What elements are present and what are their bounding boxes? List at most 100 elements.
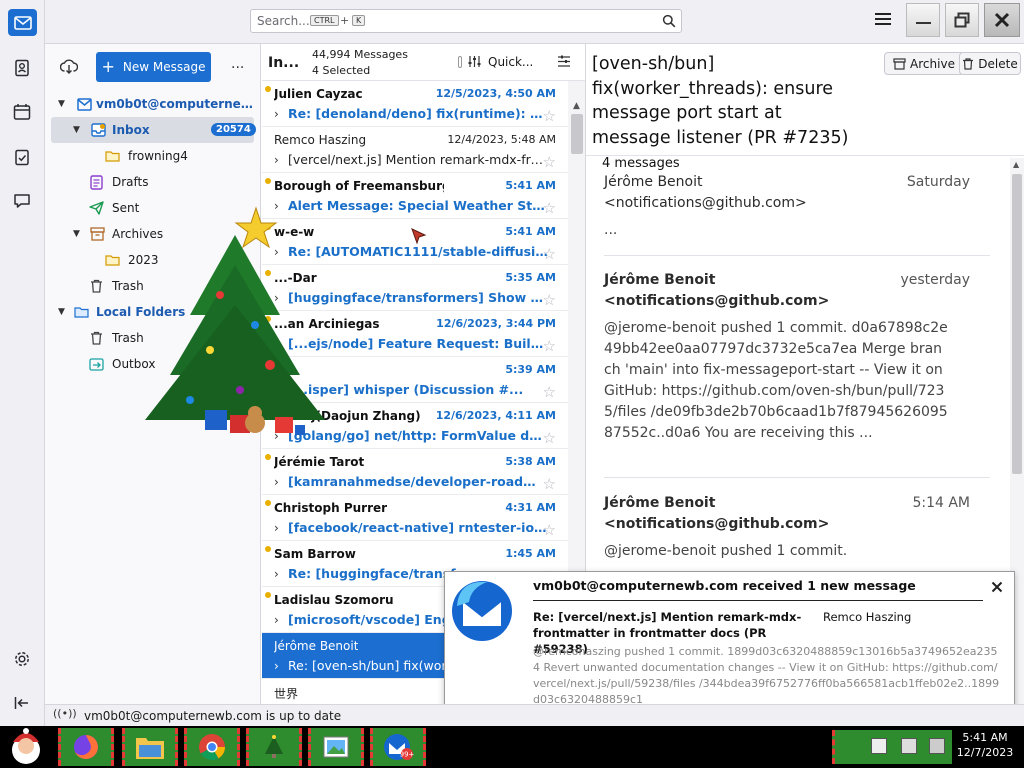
message-from: Jérôme Benoit <notifications@github.com> bbox=[604, 272, 830, 309]
quick-filter-label[interactable]: Quick... bbox=[488, 55, 533, 69]
tray-volume-icon[interactable] bbox=[901, 738, 917, 754]
account-row[interactable]: ▼ vm0b0t@computernewb.com bbox=[45, 91, 261, 117]
search-box[interactable]: Search... CTRL + K bbox=[250, 9, 682, 33]
message-date: 4:31 AM bbox=[505, 501, 556, 514]
status-bar: ((•)) vm0b0t@computernewb.com is up to d… bbox=[45, 704, 1024, 726]
unread-dot-icon bbox=[265, 454, 271, 460]
taskbar-thunderbird[interactable]: 99+ bbox=[370, 728, 426, 766]
minimize-button[interactable] bbox=[906, 3, 940, 37]
address-book-icon[interactable] bbox=[10, 56, 34, 80]
message-sender: Christoph Purrer bbox=[274, 501, 388, 515]
scroll-up-icon[interactable]: ▲ bbox=[573, 101, 580, 111]
folder-frowning4[interactable]: frowning4 bbox=[45, 143, 261, 169]
star-icon[interactable]: ☆ bbox=[543, 475, 556, 493]
taskbar: 99+ 5:41 AM 12/7/2023 bbox=[0, 726, 1024, 768]
local-folders-icon bbox=[74, 307, 89, 318]
mail-space-button[interactable] bbox=[8, 9, 37, 36]
taskbar-xmas-tree[interactable] bbox=[246, 728, 302, 766]
restore-icon bbox=[954, 12, 970, 28]
clock-time: 5:41 AM bbox=[962, 731, 1008, 744]
message-row[interactable]: Christoph Purrer 4:31 AM › [facebook/react-… bbox=[262, 495, 568, 541]
new-message-label: New Message bbox=[122, 60, 206, 74]
message-body: @jerome-benoit pushed 1 commit. d0a67898… bbox=[604, 320, 948, 441]
folder-icon bbox=[105, 255, 120, 266]
tray-network-icon[interactable] bbox=[871, 738, 887, 754]
star-icon[interactable]: ☆ bbox=[543, 291, 556, 309]
settings-icon[interactable] bbox=[10, 647, 34, 671]
outbox-icon bbox=[89, 358, 104, 371]
display-options-icon[interactable] bbox=[557, 55, 571, 68]
notification-sender: Remco Haszing bbox=[823, 610, 912, 624]
thread-chevron-icon[interactable]: › bbox=[274, 567, 279, 581]
trash-icon bbox=[91, 279, 102, 293]
star-icon[interactable]: ☆ bbox=[543, 337, 556, 355]
thread-chevron-icon[interactable]: › bbox=[274, 659, 279, 673]
quick-filter-toggle[interactable] bbox=[458, 56, 462, 68]
star-icon[interactable]: ☆ bbox=[543, 199, 556, 217]
close-notification-icon[interactable] bbox=[991, 581, 1003, 593]
folder-inbox[interactable]: ▼ Inbox 20574 bbox=[51, 117, 256, 143]
star-icon[interactable]: ☆ bbox=[543, 383, 556, 401]
thread-chevron-icon[interactable]: › bbox=[274, 613, 279, 627]
folder-frowning4-label: frowning4 bbox=[128, 149, 188, 163]
unread-dot-icon bbox=[265, 546, 271, 552]
chat-icon[interactable] bbox=[10, 189, 34, 213]
restore-button[interactable] bbox=[945, 3, 979, 37]
message-date: 12/6/2023, 3:44 PM bbox=[436, 317, 556, 330]
archive-folder-icon bbox=[90, 227, 105, 241]
message-row[interactable]: Julien Cayzac 12/5/2023, 4:50 AM › Re: [den… bbox=[262, 81, 568, 127]
star-icon[interactable]: ☆ bbox=[543, 107, 556, 125]
message-row[interactable]: Remco Haszing 12/4/2023, 5:48 AM › [vercel/… bbox=[262, 127, 568, 173]
taskbar-firefox[interactable] bbox=[58, 728, 114, 766]
message-sender: Borough of Freemansburg bbox=[274, 179, 444, 193]
folder-drafts[interactable]: Drafts bbox=[45, 169, 261, 195]
message-date: 12/6/2023, 4:11 AM bbox=[435, 409, 556, 422]
scroll-up-icon[interactable]: ▲ bbox=[1013, 160, 1019, 169]
filter-sliders-icon[interactable] bbox=[468, 55, 481, 68]
delete-icon bbox=[963, 57, 974, 70]
get-messages-icon[interactable] bbox=[60, 59, 78, 75]
app-menu-icon[interactable] bbox=[875, 13, 891, 27]
thread-chevron-icon[interactable]: › bbox=[274, 521, 279, 535]
thread-chevron-icon[interactable]: › bbox=[274, 107, 279, 121]
message-row[interactable]: Jérémie Tarot 5:38 AM › [kamranahmedse/deve… bbox=[262, 449, 568, 495]
start-button[interactable] bbox=[4, 727, 48, 767]
folder-icon bbox=[105, 151, 120, 162]
inbox-unread-badge: 20574 bbox=[211, 123, 256, 136]
archive-button[interactable]: Archive bbox=[884, 52, 964, 75]
calendar-icon[interactable] bbox=[10, 100, 34, 124]
scrollbar-thumb[interactable] bbox=[571, 114, 583, 154]
tray-display-icon[interactable] bbox=[929, 738, 945, 754]
collapse-toolbar-icon[interactable] bbox=[10, 691, 34, 715]
message-card[interactable]: Jérôme Benoit <notifications@github.com>… bbox=[604, 172, 990, 256]
delete-button[interactable]: Delete bbox=[959, 52, 1021, 75]
message-sender: 世界 bbox=[274, 687, 299, 701]
search-icon[interactable] bbox=[662, 14, 676, 28]
thread-message-count: 4 messages bbox=[602, 156, 680, 171]
star-icon[interactable]: ☆ bbox=[543, 153, 556, 171]
tasks-icon[interactable] bbox=[10, 145, 34, 169]
message-from: Jérôme Benoit <notifications@github.com> bbox=[604, 174, 807, 211]
folder-pane-more-button[interactable]: ... bbox=[231, 56, 244, 72]
message-card[interactable]: Jérôme Benoit <notifications@github.com>… bbox=[604, 270, 990, 478]
new-mail-notification[interactable]: vm0b0t@computernewb.com received 1 new m… bbox=[444, 571, 1015, 716]
taskbar-image-viewer[interactable] bbox=[308, 728, 364, 766]
sent-icon bbox=[89, 201, 104, 215]
online-status-icon[interactable]: ((•)) bbox=[53, 707, 77, 720]
star-icon[interactable]: ☆ bbox=[543, 245, 556, 263]
close-window-button[interactable] bbox=[984, 3, 1020, 37]
message-date: 12/4/2023, 5:48 AM bbox=[447, 133, 556, 146]
chrome-icon bbox=[199, 734, 226, 761]
thread-chevron-icon[interactable]: › bbox=[274, 153, 279, 167]
taskbar-file-explorer[interactable] bbox=[122, 728, 178, 766]
scrollbar-thumb[interactable] bbox=[1012, 174, 1022, 474]
tree-icon bbox=[265, 735, 283, 758]
new-message-button[interactable]: + New Message bbox=[96, 52, 211, 82]
taskbar-chrome[interactable] bbox=[184, 728, 240, 766]
star-icon[interactable]: ☆ bbox=[543, 429, 556, 447]
thread-chevron-icon[interactable]: › bbox=[274, 475, 279, 489]
unread-dot-icon bbox=[265, 178, 271, 184]
taskbar-clock[interactable]: 5:41 AM 12/7/2023 bbox=[950, 730, 1020, 764]
star-icon[interactable]: ☆ bbox=[543, 521, 556, 539]
santa-start-icon bbox=[12, 728, 40, 764]
